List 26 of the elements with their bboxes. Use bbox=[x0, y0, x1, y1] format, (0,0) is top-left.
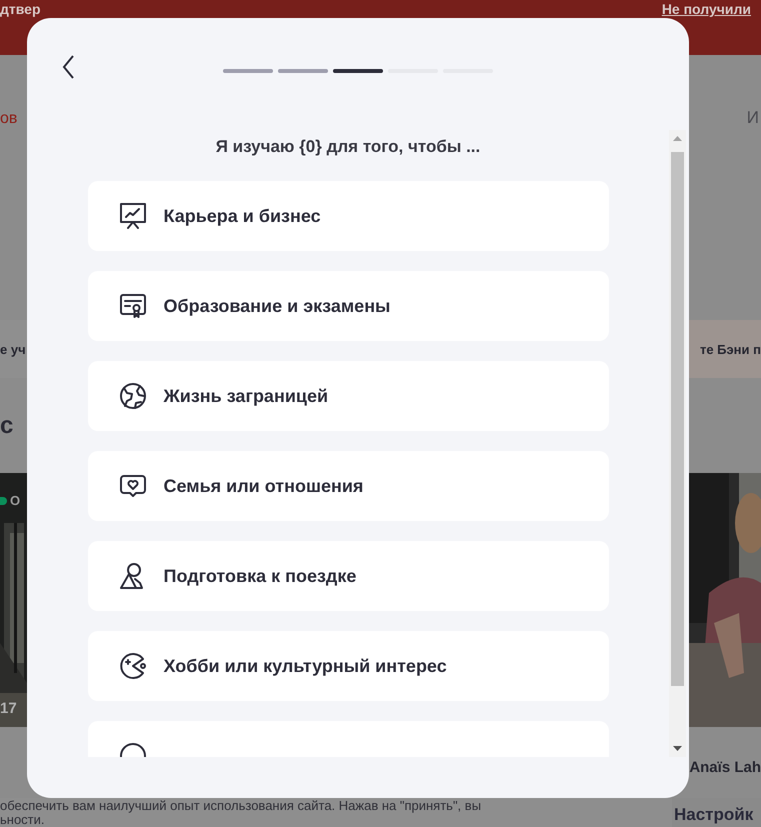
option-card[interactable]: Жизнь заграницей bbox=[88, 361, 608, 431]
cookie-text: обеспечить вам наилучший опыт использования сайта. Нажав на "принять", вы bbox=[0, 799, 482, 813]
option-card[interactable]: Образование и экзамены bbox=[88, 271, 608, 341]
tutor-name: Anaïs Lah bbox=[689, 759, 761, 776]
option-card[interactable]: Карьера и бизнес bbox=[88, 181, 608, 251]
presentation-chart-icon bbox=[118, 201, 148, 231]
option-card[interactable]: Семья или отношения bbox=[88, 451, 608, 521]
status-label: О bbox=[10, 493, 20, 508]
dialog-title: Я изучаю {0} для того, чтобы ... bbox=[216, 137, 480, 157]
cookie-text: ьности. bbox=[0, 813, 46, 827]
globe-icon bbox=[118, 381, 148, 411]
certificate-icon bbox=[118, 291, 148, 321]
promo-text: те Бэни п bbox=[700, 342, 761, 356]
banner-text: дтвер bbox=[0, 1, 41, 17]
banner-link[interactable]: Не получили bbox=[662, 1, 751, 17]
scrollbar-thumb[interactable] bbox=[671, 152, 684, 686]
game-icon bbox=[118, 651, 148, 681]
scroll-down-icon[interactable] bbox=[673, 746, 682, 751]
option-card[interactable]: Подготовка к поездке bbox=[88, 541, 608, 611]
option-card[interactable]: Хобби или культурный интерес bbox=[88, 631, 608, 701]
settings-button[interactable]: Настройк bbox=[672, 798, 761, 827]
age-label: 17 bbox=[0, 700, 17, 717]
scrollbar[interactable] bbox=[669, 130, 686, 757]
promo-text: е уч bbox=[0, 342, 26, 356]
section-heading: с bbox=[0, 412, 14, 440]
scroll-up-icon[interactable] bbox=[673, 136, 682, 141]
